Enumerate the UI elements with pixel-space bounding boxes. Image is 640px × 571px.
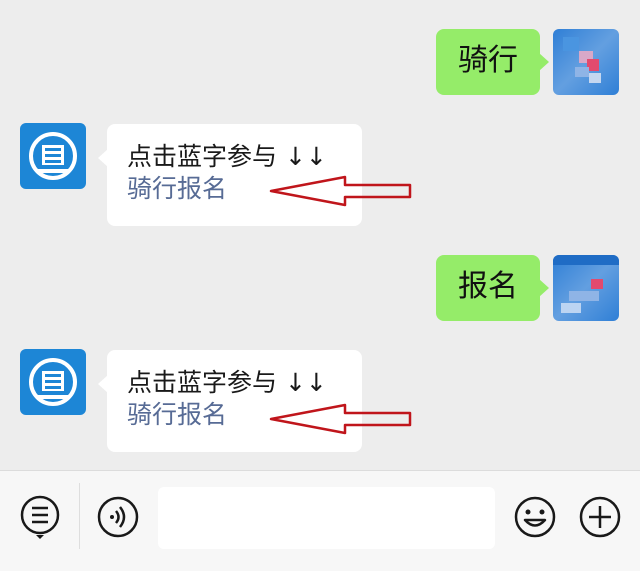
sent-bubble[interactable]: 骑行	[436, 29, 549, 95]
message-sent-2: 报名	[0, 230, 640, 340]
logo-icon	[29, 132, 77, 180]
voice-icon[interactable]	[96, 495, 140, 539]
divider	[79, 483, 80, 549]
chat-area: 骑行 点击蓝字参与 ↓↓ 骑行报名 报名 点击蓝字参与 ↓↓ 骑行报名	[0, 0, 640, 470]
message-received-2: 点击蓝字参与 ↓↓ 骑行报名	[0, 340, 640, 460]
menu-icon[interactable]	[18, 495, 62, 539]
message-received-1: 点击蓝字参与 ↓↓ 骑行报名	[0, 110, 640, 230]
sent-bubble[interactable]: 报名	[436, 255, 549, 321]
sent-text: 报名	[458, 269, 518, 304]
red-arrow-annotation	[269, 175, 412, 207]
message-text: 点击蓝字参与 ↓↓	[127, 142, 327, 171]
official-account-avatar[interactable]	[20, 349, 86, 415]
red-arrow-annotation	[269, 403, 412, 435]
logo-icon	[29, 358, 77, 406]
plus-icon[interactable]	[578, 495, 622, 539]
user-avatar[interactable]	[553, 255, 619, 321]
emoji-icon[interactable]	[513, 495, 557, 539]
official-account-avatar[interactable]	[20, 123, 86, 189]
message-text: 点击蓝字参与 ↓↓	[127, 368, 327, 397]
sent-text: 骑行	[458, 43, 518, 78]
message-input[interactable]	[158, 487, 495, 549]
message-sent-1: 骑行	[0, 0, 640, 110]
user-avatar[interactable]	[553, 29, 619, 95]
input-bar	[0, 470, 640, 571]
